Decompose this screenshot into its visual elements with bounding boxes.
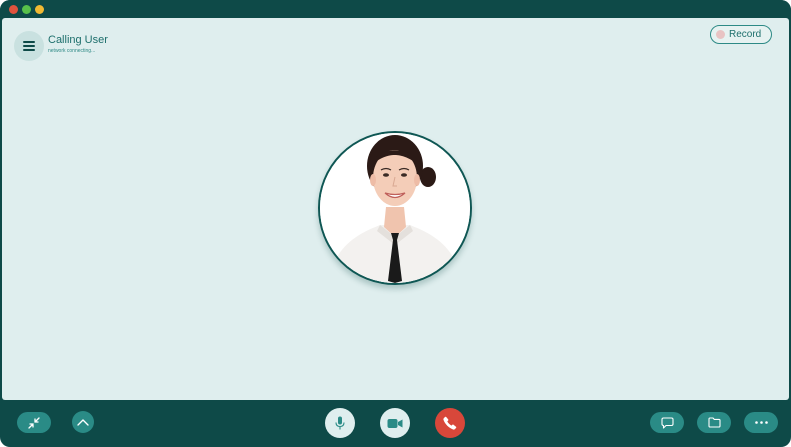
minimize-view-button[interactable]: [17, 412, 51, 433]
folder-icon: [707, 417, 721, 428]
more-options-icon: [754, 421, 768, 424]
record-dot-icon: [716, 30, 725, 39]
maximize-window-button[interactable]: [35, 5, 44, 14]
chevron-up-icon: [77, 419, 89, 426]
video-button[interactable]: [380, 408, 410, 438]
microphone-button[interactable]: [325, 408, 355, 438]
call-window: Calling User network connecting... Recor…: [0, 0, 791, 447]
caller-avatar: [318, 131, 472, 285]
hamburger-menu-icon: [23, 41, 35, 51]
record-button[interactable]: Record: [710, 25, 772, 44]
minimize-window-button[interactable]: [22, 5, 31, 14]
call-stage: Calling User network connecting... Recor…: [2, 18, 789, 400]
record-label: Record: [729, 29, 762, 40]
title-bar: [0, 0, 791, 18]
expand-up-button[interactable]: [72, 411, 94, 433]
caller-title: Calling User: [48, 34, 108, 46]
microphone-icon: [335, 416, 345, 430]
close-window-button[interactable]: [9, 5, 18, 14]
menu-button[interactable]: [14, 31, 44, 61]
end-call-phone-icon: [443, 416, 457, 430]
end-call-button[interactable]: [435, 408, 465, 438]
chat-bubble-icon: [660, 416, 674, 429]
bottom-toolbar: [0, 400, 791, 447]
more-options-button[interactable]: [744, 412, 778, 433]
avatar-portrait: [320, 133, 470, 283]
minimize-arrows-icon: [28, 416, 40, 429]
chat-button[interactable]: [650, 412, 684, 433]
files-button[interactable]: [697, 412, 731, 433]
connection-status: network connecting...: [48, 48, 96, 54]
video-camera-icon: [387, 418, 403, 428]
